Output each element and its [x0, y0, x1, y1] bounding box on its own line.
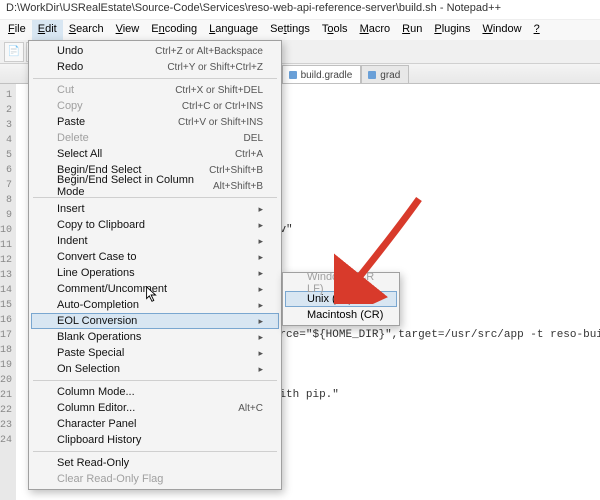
menu-insert[interactable]: Insert — [31, 201, 279, 217]
menu-undo[interactable]: UndoCtrl+Z or Alt+Backspace — [31, 43, 279, 59]
line-gutter: 1 2 3 4 5 6 7 8 9 10 11 12 13 14 15 16 1… — [0, 84, 16, 500]
menu-convertcase[interactable]: Convert Case to — [31, 249, 279, 265]
menu-language[interactable]: Language — [203, 20, 264, 40]
menu-copy[interactable]: CopyCtrl+C or Ctrl+INS — [31, 98, 279, 114]
menu-delete[interactable]: DeleteDEL — [31, 130, 279, 146]
menu-beginendcol[interactable]: Begin/End Select in Column ModeAlt+Shift… — [31, 178, 279, 194]
menu-charpanel[interactable]: Character Panel — [31, 416, 279, 432]
tab-buildgradle[interactable]: build.gradle — [282, 65, 362, 83]
menu-clearro[interactable]: Clear Read-Only Flag — [31, 471, 279, 487]
menu-pastespec[interactable]: Paste Special — [31, 345, 279, 361]
menu-encoding[interactable]: Encoding — [145, 20, 203, 40]
eol-mac[interactable]: Macintosh (CR) — [285, 307, 397, 323]
eol-submenu: Windows (CR LF) Unix (LF) Macintosh (CR) — [282, 272, 400, 326]
menu-blankops[interactable]: Blank Operations — [31, 329, 279, 345]
window-title: D:\WorkDir\USRealEstate\Source-Code\Serv… — [0, 0, 600, 20]
menu-view[interactable]: View — [110, 20, 146, 40]
menu-tools[interactable]: Tools — [316, 20, 354, 40]
tab-grad[interactable]: grad — [361, 65, 409, 83]
menu-onsel[interactable]: On Selection — [31, 361, 279, 377]
menu-settings[interactable]: Settings — [264, 20, 316, 40]
menu-lineops[interactable]: Line Operations — [31, 265, 279, 281]
menu-macro[interactable]: Macro — [354, 20, 397, 40]
menu-redo[interactable]: RedoCtrl+Y or Shift+Ctrl+Z — [31, 59, 279, 75]
menu-cliphist[interactable]: Clipboard History — [31, 432, 279, 448]
new-file-icon[interactable]: 📄 — [4, 42, 24, 62]
menu-comment[interactable]: Comment/Uncomment — [31, 281, 279, 297]
menu-colmode[interactable]: Column Mode... — [31, 384, 279, 400]
menubar: File Edit Search View Encoding Language … — [0, 20, 600, 40]
menu-plugins[interactable]: Plugins — [428, 20, 476, 40]
menu-window[interactable]: Window — [476, 20, 527, 40]
menu-run[interactable]: Run — [396, 20, 428, 40]
menu-help[interactable]: ? — [528, 20, 546, 40]
menu-copyto[interactable]: Copy to Clipboard — [31, 217, 279, 233]
menu-cut[interactable]: CutCtrl+X or Shift+DEL — [31, 82, 279, 98]
menu-autocomp[interactable]: Auto-Completion — [31, 297, 279, 313]
menu-indent[interactable]: Indent — [31, 233, 279, 249]
menu-paste[interactable]: PasteCtrl+V or Shift+INS — [31, 114, 279, 130]
edit-dropdown: UndoCtrl+Z or Alt+Backspace RedoCtrl+Y o… — [28, 40, 282, 490]
menu-edit[interactable]: Edit — [32, 20, 63, 40]
menu-coledit[interactable]: Column Editor...Alt+C — [31, 400, 279, 416]
menu-search[interactable]: Search — [63, 20, 110, 40]
menu-eolconv[interactable]: EOL Conversion — [31, 313, 279, 329]
menu-selectall[interactable]: Select AllCtrl+A — [31, 146, 279, 162]
eol-windows[interactable]: Windows (CR LF) — [285, 275, 397, 291]
menu-file[interactable]: File — [2, 20, 32, 40]
menu-setro[interactable]: Set Read-Only — [31, 455, 279, 471]
